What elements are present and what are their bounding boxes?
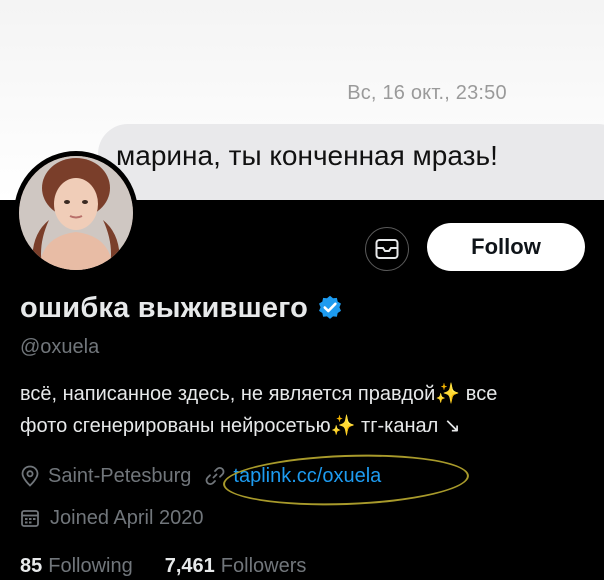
- screenshot: Вс, 16 окт., 23:50 марина, ты конченная …: [0, 0, 604, 580]
- calendar-icon: [21, 510, 39, 527]
- avatar-photo-icon: [19, 156, 133, 270]
- name-row: ошибка выжившего: [20, 288, 344, 328]
- sparkle-icon: ✨: [330, 415, 356, 437]
- bio: всё, написанное здесь, не является правд…: [20, 378, 590, 442]
- bio-text: фото сгенерированы нейросетью: [20, 415, 331, 437]
- following-label[interactable]: Following: [48, 555, 132, 578]
- following-count[interactable]: 85: [20, 555, 42, 578]
- joined-row: Joined April 2020: [20, 502, 203, 534]
- message-button[interactable]: [365, 227, 409, 271]
- sparkle-icon: ✨: [435, 383, 461, 405]
- profile-link[interactable]: taplink.cc/oxuela: [205, 450, 471, 509]
- bio-text: все: [460, 383, 498, 405]
- display-name: ошибка выжившего: [20, 291, 309, 324]
- avatar-image: [19, 156, 133, 270]
- message-text: марина, ты конченная мразь!: [116, 140, 498, 171]
- bio-line: фото сгенерированы нейросетью✨ тг-канал …: [20, 410, 590, 442]
- profile-meta-row: Saint-Petesburg taplink.cc/oxuela: [20, 450, 471, 509]
- location-text: Saint-Petesburg: [48, 464, 192, 487]
- avatar[interactable]: [14, 151, 138, 275]
- follow-stats: 85 Following 7,461 Followers: [20, 550, 306, 580]
- location-pin-icon: [21, 465, 39, 487]
- follow-button[interactable]: Follow: [427, 223, 585, 271]
- joined-date: Joined April 2020: [50, 506, 204, 529]
- bio-line: всё, написанное здесь, не является правд…: [20, 378, 590, 410]
- bio-text: тг-канал ↘: [355, 415, 461, 437]
- handle: @oxuela: [20, 336, 100, 358]
- verified-badge-icon[interactable]: [316, 294, 344, 322]
- bio-text: всё, написанное здесь, не является правд…: [20, 383, 436, 405]
- followers-label[interactable]: Followers: [221, 555, 307, 578]
- mail-icon: [375, 239, 399, 259]
- message-timestamp: Вс, 16 окт., 23:50: [347, 82, 507, 104]
- followers-count[interactable]: 7,461: [165, 555, 215, 578]
